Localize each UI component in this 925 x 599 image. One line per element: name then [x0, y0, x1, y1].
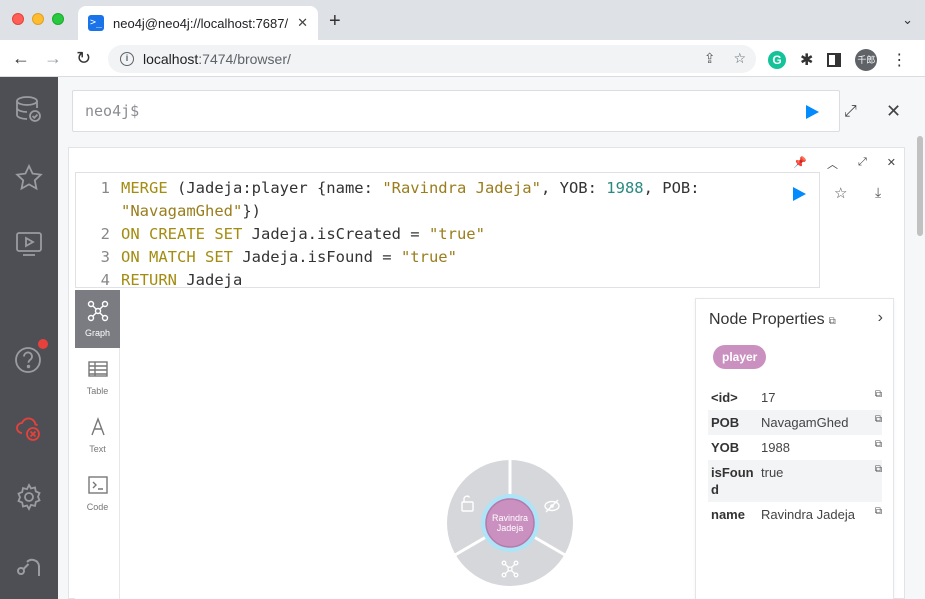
table-row: isFound true ⧉ — [708, 460, 882, 502]
browser-menu-kebab-icon[interactable]: ⋮ — [891, 50, 907, 70]
properties-table: <id> 17 ⧉ POB NavagamGhed ⧉ YOB 1988 ⧉ i… — [708, 385, 882, 527]
copy-value-icon[interactable]: ⧉ — [868, 506, 882, 523]
copy-value-icon[interactable]: ⧉ — [868, 439, 882, 456]
code-line-1-wrap: "NavagamGhed"}) — [121, 202, 261, 220]
node-caption-line1: Ravindra — [492, 513, 528, 523]
copy-value-icon[interactable]: ⧉ — [868, 464, 882, 498]
browser-tab[interactable]: >_ neo4j@neo4j://localhost:7687/ ✕ — [78, 6, 318, 40]
neo4j-main-area: neo4j$ ⤢ ✕ 📌 ︿ ⤢ ✕ 1 MERGE (Jadeja:player… — [58, 77, 925, 599]
tab-graph[interactable]: Graph — [75, 290, 120, 348]
notification-badge — [38, 339, 48, 349]
rerun-query-play-icon[interactable] — [791, 186, 807, 202]
tab-graph-label: Graph — [84, 328, 110, 338]
address-bar[interactable]: i localhost:7474/browser/ ⇪ ☆ — [108, 45, 756, 73]
url-path: :7474/browser/ — [198, 51, 291, 67]
terminal-favicon-icon: >_ — [88, 15, 104, 31]
code-line-4: 4 RETURN Jadeja — [100, 271, 243, 289]
copy-all-icon[interactable]: ⧉ — [829, 316, 836, 327]
code-line-1: 1 MERGE (Jadeja:player {name: "Ravindra J… — [100, 179, 700, 197]
side-panel-icon[interactable] — [827, 53, 842, 67]
settings-gear-icon[interactable] — [15, 483, 43, 511]
graph-canvas[interactable]: Ravindra Jadeja — [120, 290, 745, 599]
window-minimize-button[interactable] — [32, 13, 44, 25]
table-row: YOB 1988 ⧉ — [711, 439, 882, 456]
browser-tab-bar: >_ neo4j@neo4j://localhost:7687/ ✕ + ⌄ — [0, 0, 925, 40]
save-favorite-star-icon[interactable]: ☆ — [834, 184, 847, 202]
tab-text[interactable]: Text — [75, 406, 120, 464]
code-line-3: 3 ON MATCH SET Jadeja.isFound = "true" — [100, 248, 457, 266]
extensions-puzzle-icon[interactable]: ✱ — [800, 50, 813, 70]
node-caption-line2: Jadeja — [497, 523, 524, 533]
table-row: <id> 17 ⧉ — [711, 389, 882, 406]
copy-value-icon[interactable]: ⧉ — [868, 389, 882, 406]
guides-play-icon[interactable] — [15, 230, 43, 258]
window-close-button[interactable] — [12, 13, 24, 25]
tab-search-chevron-icon[interactable]: ⌄ — [902, 12, 913, 28]
tab-table[interactable]: Table — [75, 348, 120, 406]
neo4j-about-icon[interactable] — [15, 551, 43, 579]
fullscreen-expand-icon[interactable]: ⤢ — [844, 103, 857, 121]
site-info-icon[interactable]: i — [120, 52, 134, 66]
table-row: name Ravindra Jadeja ⧉ — [711, 506, 882, 523]
share-icon[interactable]: ⇪ — [704, 50, 716, 67]
query-code-block[interactable]: 1 MERGE (Jadeja:player {name: "Ravindra J… — [75, 172, 820, 289]
result-frame: 📌 ︿ ⤢ ✕ 1 MERGE (Jadeja:player {name: "Ra… — [68, 147, 905, 599]
pin-frame-icon[interactable]: 📌 — [793, 156, 807, 172]
tab-table-label: Table — [86, 386, 109, 396]
new-tab-plus-icon[interactable]: + — [329, 10, 341, 32]
main-scrollbar-thumb[interactable] — [917, 136, 923, 236]
bookmark-star-icon[interactable]: ☆ — [733, 50, 746, 67]
close-frame-icon[interactable]: ✕ — [887, 156, 896, 172]
profile-avatar[interactable]: 千郎 — [855, 49, 878, 71]
table-icon — [87, 361, 108, 377]
properties-title: Node Properties ⧉ — [709, 311, 836, 328]
neo4j-sidebar — [0, 77, 58, 599]
url-host: localhost — [143, 51, 199, 67]
tab-code[interactable]: Code — [75, 464, 120, 522]
result-view-tabs: Graph Table Text Code — [75, 290, 120, 599]
collapse-panel-chevron-icon[interactable]: › — [878, 309, 883, 327]
tab-code-label: Code — [86, 502, 109, 512]
tab-title: neo4j@neo4j://localhost:7687/ — [113, 15, 289, 31]
tab-text-label: Text — [89, 444, 106, 454]
copy-value-icon[interactable]: ⧉ — [868, 414, 882, 431]
cypher-editor-input[interactable]: neo4j$ — [72, 90, 840, 132]
table-row: POB NavagamGhed ⧉ — [708, 410, 882, 435]
connection-error-cloud-icon[interactable] — [15, 414, 43, 442]
browser-toolbar: ← → ↻ i localhost:7474/browser/ ⇪ ☆ G ✱ … — [0, 40, 925, 77]
grammarly-extension-icon[interactable]: G — [768, 51, 786, 69]
reload-icon[interactable]: ↻ — [76, 47, 91, 69]
favorites-star-icon[interactable] — [15, 163, 43, 192]
collapse-frame-chevron-up-icon[interactable]: ︿ — [827, 156, 838, 172]
clear-editor-close-icon[interactable]: ✕ — [886, 101, 901, 122]
node-properties-panel: Node Properties ⧉ › player <id> 17 ⧉ POB … — [695, 298, 894, 599]
code-terminal-icon — [87, 476, 108, 494]
graph-icon — [87, 300, 108, 322]
forward-arrow-icon[interactable]: → — [44, 47, 62, 69]
run-query-play-icon[interactable] — [804, 104, 820, 120]
editor-prompt: neo4j$ — [85, 102, 140, 120]
help-question-icon[interactable] — [15, 339, 48, 373]
window-zoom-button[interactable] — [52, 13, 64, 25]
graph-svg[interactable]: Ravindra Jadeja — [120, 290, 745, 599]
fullscreen-frame-icon[interactable]: ⤢ — [858, 156, 867, 172]
export-download-icon[interactable]: ⤓ — [875, 184, 881, 201]
database-icon[interactable] — [15, 95, 43, 123]
text-a-icon — [90, 417, 105, 436]
tab-close-icon[interactable]: ✕ — [297, 15, 308, 31]
node-label-pill[interactable]: player — [713, 345, 767, 369]
back-arrow-icon[interactable]: ← — [12, 47, 30, 69]
code-line-2: 2 ON CREATE SET Jadeja.isCreated = "true" — [100, 225, 485, 243]
